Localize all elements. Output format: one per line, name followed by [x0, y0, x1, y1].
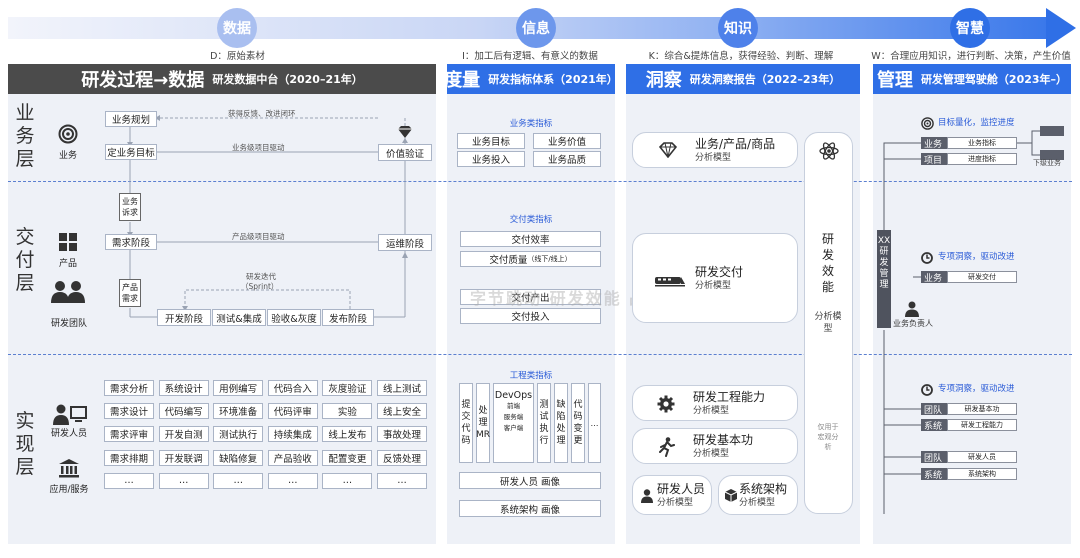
- mgmt-clock-icon-1: [921, 249, 933, 264]
- mgmt-cockpit-bar: XX研发管理: [877, 230, 891, 328]
- mgmt-biz-delivery-value: 研发交付: [947, 271, 1017, 283]
- mgmt-team-value-1: 研发基本功: [947, 403, 1017, 415]
- mgmt-owner-icon: [905, 301, 919, 317]
- mgmt-insight-title-1: 专项洞察，驱动改进: [938, 252, 1015, 262]
- mgmt-sub-biz: 下级业务: [1033, 159, 1061, 167]
- mgmt-insight-title-2: 专项洞察，驱动改进: [938, 384, 1015, 394]
- mgmt-team-label-2: 团队: [921, 451, 947, 464]
- mgmt-biz-delivery-label: 业务: [921, 271, 947, 284]
- mgmt-sys-row-2: 系统 系统架构: [921, 468, 1017, 481]
- mgmt-biz-owner: 业务负责人: [893, 319, 933, 328]
- mgmt-team-label-1: 团队: [921, 403, 947, 416]
- mgmt-biz-label: 业务: [921, 137, 947, 150]
- sub-biz-bar-1: [1040, 126, 1064, 136]
- mgmt-biz-row: 业务 业务指标: [921, 137, 1017, 150]
- management-lines: [883, 130, 1040, 514]
- mgmt-team-row-1: 团队 研发基本功: [921, 403, 1017, 416]
- mgmt-team-value-2: 研发人员: [947, 451, 1017, 463]
- mgmt-sys-value-1: 研发工程能力: [947, 419, 1017, 431]
- mgmt-target-icon: [921, 115, 934, 130]
- mgmt-clock-icon-2: [921, 381, 933, 396]
- mgmt-proj-label: 项目: [921, 153, 947, 166]
- mgmt-sys-label-1: 系统: [921, 419, 947, 432]
- mgmt-sys-row-1: 系统 研发工程能力: [921, 419, 1017, 432]
- mgmt-proj-value: 进度指标: [947, 153, 1017, 165]
- mgmt-team-row-2: 团队 研发人员: [921, 451, 1017, 464]
- mgmt-biz-delivery-row: 业务 研发交付: [921, 271, 1017, 284]
- mgmt-sys-label-2: 系统: [921, 468, 947, 481]
- mgmt-biz-value: 业务指标: [947, 137, 1017, 149]
- mgmt-sys-value-2: 系统架构: [947, 468, 1017, 480]
- mgmt-goal-title: 目标量化，监控进度: [938, 118, 1015, 128]
- mgmt-proj-row: 项目 进度指标: [921, 153, 1017, 166]
